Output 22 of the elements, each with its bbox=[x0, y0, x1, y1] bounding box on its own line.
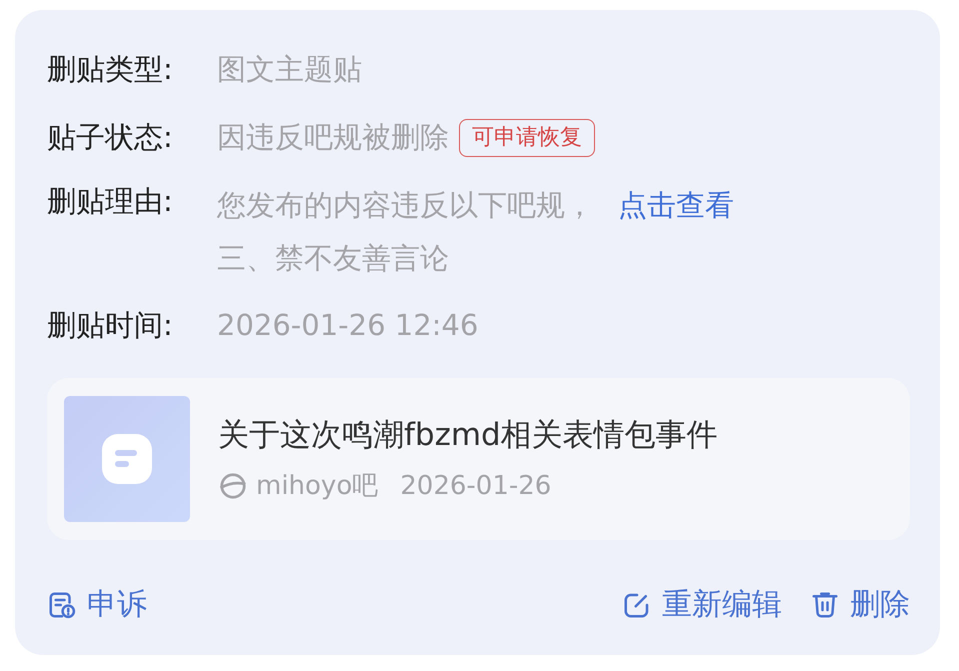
post-title: 关于这次鸣潮fbzmd相关表情包事件 bbox=[218, 416, 718, 456]
detail-value: 2026-01-26 12:46 bbox=[217, 307, 478, 344]
detail-label: 删贴类型: bbox=[47, 51, 174, 88]
edit-button[interactable]: 重新编辑 bbox=[622, 582, 782, 627]
detail-value: 图文主题贴 bbox=[217, 51, 362, 88]
post-date: 2026-01-26 bbox=[400, 470, 552, 503]
delete-button[interactable]: 删除 bbox=[810, 582, 910, 627]
forum-name: mihoyo吧 bbox=[256, 470, 378, 503]
appeal-icon bbox=[47, 590, 77, 620]
detail-label: 删贴时间: bbox=[47, 307, 174, 344]
post-icon bbox=[102, 434, 152, 484]
trash-icon bbox=[810, 590, 840, 620]
detail-value: 因违反吧规被删除 bbox=[217, 119, 449, 156]
appeal-button[interactable]: 申诉 bbox=[47, 582, 147, 627]
status-badge: 可申请恢复 bbox=[459, 119, 595, 157]
detail-value: 您发布的内容违反以下吧规， bbox=[217, 187, 594, 224]
view-link[interactable]: 点击查看 bbox=[618, 184, 734, 228]
post-card[interactable]: 关于这次鸣潮fbzmd相关表情包事件 mihoyo吧 2026-01-26 bbox=[47, 378, 910, 540]
detail-label: 贴子状态: bbox=[47, 119, 174, 156]
rule-text: 三、禁不友善言论 bbox=[217, 240, 450, 277]
detail-label: 删贴理由: bbox=[47, 183, 174, 220]
forum-icon bbox=[218, 471, 248, 502]
